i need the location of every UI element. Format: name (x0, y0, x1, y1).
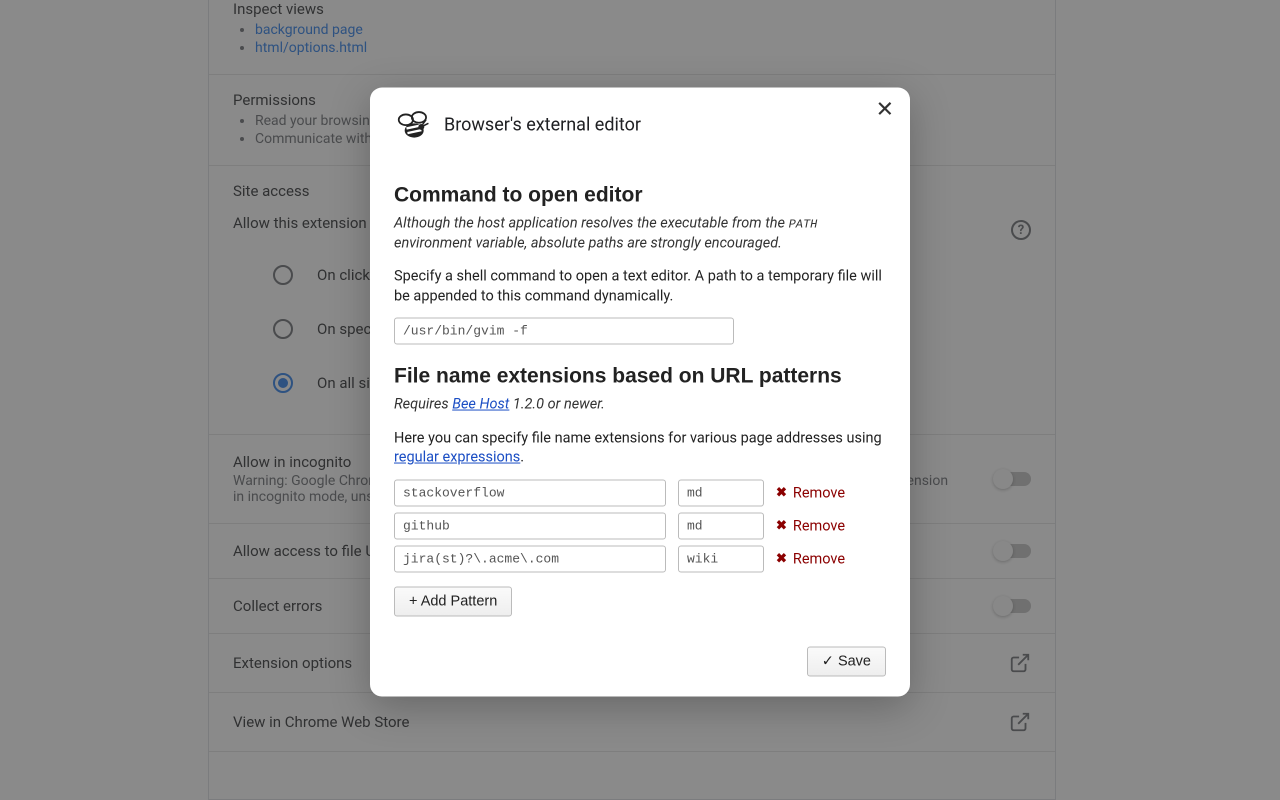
remove-x-icon: ✖ (776, 551, 787, 566)
command-subtitle: Although the host application resolves t… (394, 214, 886, 253)
remove-pattern-button[interactable]: ✖ Remove (776, 550, 845, 567)
pattern-row: ✖ Remove (394, 479, 886, 506)
modal-header: Browser's external editor (394, 106, 886, 144)
command-input[interactable] (394, 318, 734, 345)
bee-logo-icon (394, 106, 432, 144)
pattern-url-input[interactable] (394, 479, 666, 506)
command-heading: Command to open editor (394, 184, 886, 208)
remove-x-icon: ✖ (776, 518, 787, 533)
pattern-row: ✖ Remove (394, 512, 886, 539)
pattern-ext-input[interactable] (678, 545, 764, 572)
close-icon[interactable]: ✕ (876, 100, 894, 122)
pattern-ext-input[interactable] (678, 512, 764, 539)
regex-link[interactable]: regular expressions (394, 449, 520, 466)
pattern-url-input[interactable] (394, 545, 666, 572)
patterns-heading: File name extensions based on URL patter… (394, 365, 886, 389)
pattern-ext-input[interactable] (678, 479, 764, 506)
remove-label: Remove (793, 517, 845, 534)
remove-pattern-button[interactable]: ✖ Remove (776, 484, 845, 501)
remove-x-icon: ✖ (776, 485, 787, 500)
pattern-url-input[interactable] (394, 512, 666, 539)
remove-label: Remove (793, 550, 845, 567)
command-body: Specify a shell command to open a text e… (394, 267, 886, 306)
remove-label: Remove (793, 484, 845, 501)
pattern-row: ✖ Remove (394, 545, 886, 572)
remove-pattern-button[interactable]: ✖ Remove (776, 517, 845, 534)
options-modal: ✕ Browser's external editor Command to o… (370, 88, 910, 697)
add-pattern-button[interactable]: + Add Pattern (394, 586, 512, 616)
save-button[interactable]: ✓ Save (807, 646, 886, 676)
bee-host-link[interactable]: Bee Host (452, 396, 509, 413)
patterns-body: Here you can specify file name extension… (394, 428, 886, 467)
patterns-subtitle: Requires Bee Host 1.2.0 or newer. (394, 395, 886, 415)
modal-title: Browser's external editor (444, 114, 641, 135)
